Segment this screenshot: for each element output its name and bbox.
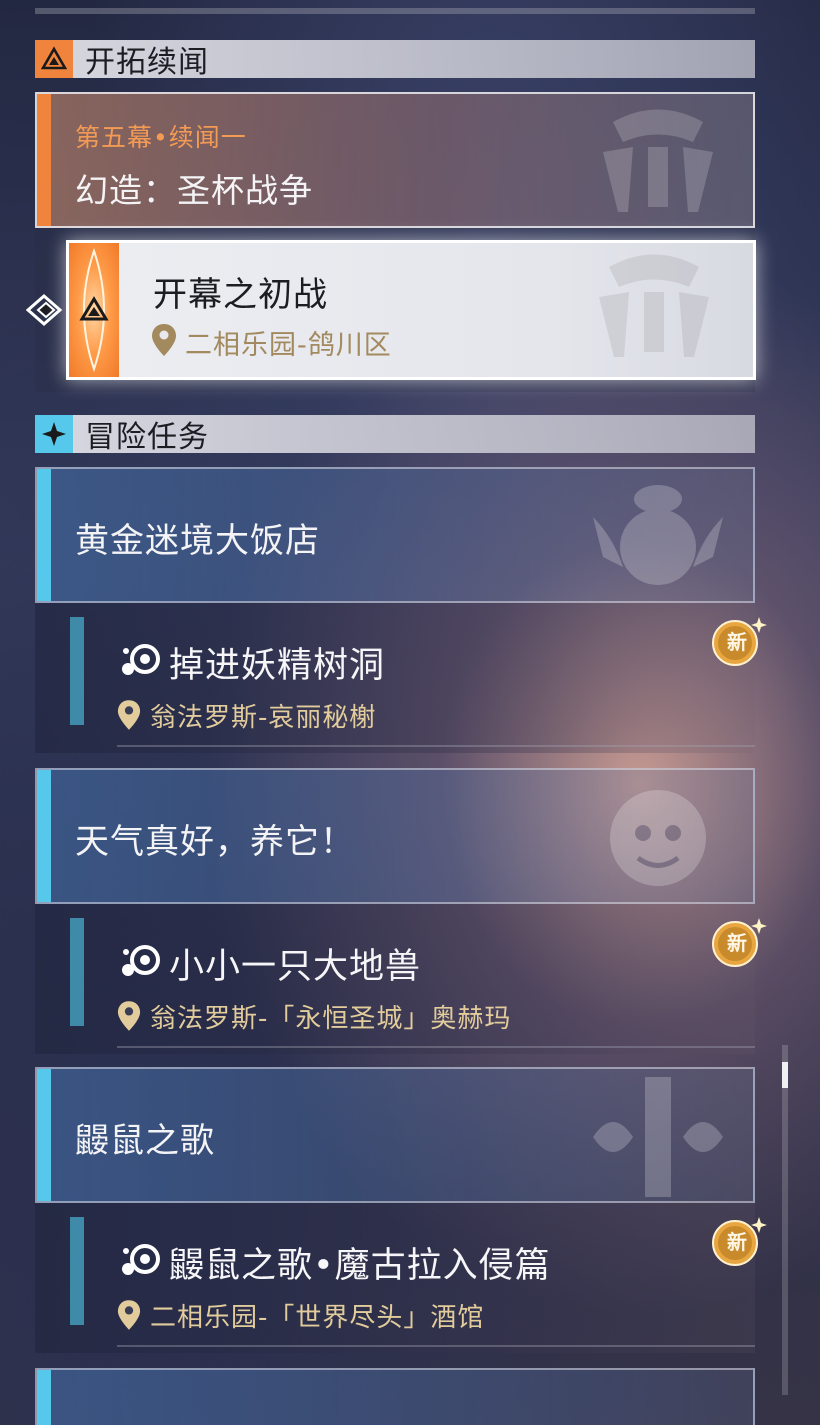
section-header-adventure: 冒险任务 [35, 415, 755, 455]
emblem-icon [593, 485, 723, 585]
trailblaze-sub-quest-selected[interactable]: 开幕之初战 二相乐园-鸽川区 [66, 240, 756, 380]
adventure-quest-card[interactable]: 黄金迷境大饭店 [35, 467, 755, 603]
quest-type-icon [122, 1244, 160, 1275]
trailblaze-icon [35, 40, 73, 78]
adventure-sub-quest[interactable]: 鼹鼠之歌•魔古拉入侵篇 二相乐园-「世界尽头」酒馆 新 [35, 1203, 767, 1353]
sub-quest-location: 翁法罗斯-「永恒圣城」奥赫玛 [150, 1004, 512, 1034]
sub-quest-bar [70, 617, 84, 725]
section-title: 开拓续闻 [85, 45, 209, 80]
top-divider [35, 8, 755, 14]
sub-quest-name: 掉进妖精树洞 [169, 646, 386, 686]
section-title: 冒险任务 [85, 420, 209, 455]
sub-quest-bar [70, 1217, 84, 1325]
scrollbar-track[interactable] [782, 1045, 788, 1395]
emblem-icon [603, 109, 713, 212]
adventure-quest-card-partial[interactable] [35, 1368, 755, 1425]
sub-quest-location: 二相乐园-鸽川区 [185, 330, 392, 361]
emblem-icon [593, 1077, 723, 1197]
quest-type-icon [122, 644, 160, 675]
location-pin-icon [117, 700, 141, 730]
quest-type-icon [122, 945, 160, 976]
badge-label: 新 [727, 931, 747, 955]
sub-quest-bar [70, 918, 84, 1026]
sub-quest-name: 小小一只大地兽 [169, 947, 422, 987]
selector-arrow-icon [25, 292, 66, 332]
scrollbar-thumb[interactable] [782, 1062, 788, 1088]
adventure-quest-card[interactable]: 天气真好，养它！ [35, 768, 755, 904]
sub-quest-name: 开幕之初战 [153, 275, 328, 315]
sub-quest-location: 翁法罗斯-哀丽秘榭 [150, 703, 377, 733]
sub-quest-location: 二相乐园-「世界尽头」酒馆 [150, 1303, 485, 1333]
badge-label: 新 [727, 1230, 747, 1254]
location-pin-icon [117, 1300, 141, 1330]
new-badge-icon: 新 [707, 1213, 767, 1269]
chapter-label: 第五幕•续闻一 [75, 123, 247, 152]
quest-title: 黄金迷境大饭店 [75, 521, 320, 561]
badge-label: 新 [727, 630, 747, 654]
new-badge-icon: 新 [707, 613, 767, 669]
divider [117, 1345, 755, 1347]
emblem-icon [610, 790, 706, 886]
quest-title: 幻造：圣杯战争 [75, 171, 313, 210]
location-pin-icon [117, 1001, 141, 1031]
location-pin-icon [152, 324, 176, 356]
accent-bar [37, 1370, 51, 1425]
trailblaze-tile-icon [79, 247, 109, 373]
emblem-icon [599, 254, 709, 357]
divider [117, 745, 755, 747]
trailblaze-sub-tile [69, 243, 119, 377]
sub-quest-name: 鼹鼠之歌•魔古拉入侵篇 [169, 1246, 551, 1286]
adventure-sub-quest[interactable]: 小小一只大地兽 翁法罗斯-「永恒圣城」奥赫玛 新 [35, 904, 767, 1054]
accent-bar [37, 770, 51, 902]
accent-bar [37, 469, 51, 601]
adventure-quest-card[interactable]: 鼹鼠之歌 [35, 1067, 755, 1203]
accent-bar [37, 1069, 51, 1201]
adventure-icon [35, 415, 73, 453]
quest-title: 鼹鼠之歌 [75, 1121, 215, 1161]
divider [117, 1046, 755, 1048]
quest-title: 天气真好，养它！ [75, 822, 355, 862]
accent-bar [37, 94, 51, 226]
adventure-sub-quest[interactable]: 掉进妖精树洞 翁法罗斯-哀丽秘榭 新 [35, 603, 767, 753]
new-badge-icon: 新 [707, 914, 767, 970]
section-header-trailblaze: 开拓续闻 [35, 40, 755, 80]
trailblaze-quest-card[interactable]: 第五幕•续闻一 幻造：圣杯战争 [35, 92, 755, 228]
